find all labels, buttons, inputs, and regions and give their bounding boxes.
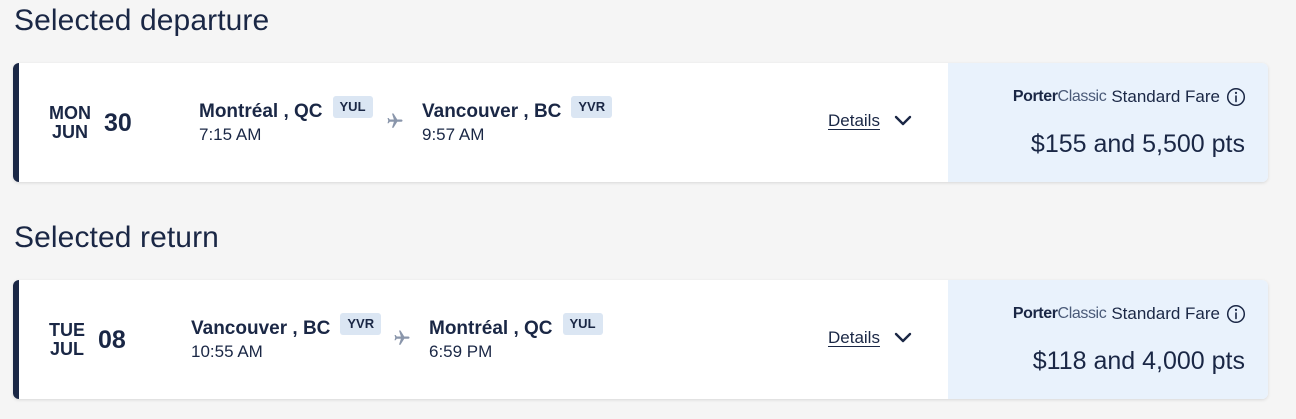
arrival-time: 6:59 PM bbox=[429, 342, 493, 361]
details-link[interactable]: Details bbox=[828, 328, 880, 348]
month: JUN bbox=[51, 122, 88, 142]
fare-name: Standard Fare bbox=[1111, 304, 1220, 323]
origin-city: Montréal , QC bbox=[199, 101, 323, 122]
flight-date: TUE JUL 08 bbox=[49, 321, 126, 359]
return-section-title: Selected return bbox=[14, 221, 219, 254]
arrival-time: 9:57 AM bbox=[422, 125, 485, 144]
origin-city: Vancouver , BC bbox=[191, 318, 331, 339]
origin-airport-code: YVR bbox=[340, 313, 382, 335]
month: JUL bbox=[49, 339, 84, 359]
day-number: 08 bbox=[98, 325, 126, 354]
details-toggle[interactable]: Details bbox=[828, 328, 912, 348]
info-icon[interactable] bbox=[1226, 87, 1246, 107]
fare-price: $155 and 5,500 pts bbox=[1030, 130, 1245, 158]
flight-info: MON JUN 30 Montréal , QC YUL 7:15 AM Van… bbox=[19, 63, 948, 182]
plane-icon bbox=[394, 330, 410, 345]
departure-time: 7:15 AM bbox=[199, 125, 262, 144]
departure-time: 10:55 AM bbox=[191, 342, 263, 361]
fare-name: Standard Fare bbox=[1111, 87, 1220, 106]
details-link[interactable]: Details bbox=[828, 111, 880, 131]
chevron-down-icon[interactable] bbox=[894, 332, 912, 344]
plane-icon bbox=[387, 113, 403, 128]
departure-flight-card: MON JUN 30 Montréal , QC YUL 7:15 AM Van… bbox=[13, 63, 1268, 182]
destination: Montréal , QC YUL 6:59 PM bbox=[429, 313, 603, 362]
details-toggle[interactable]: Details bbox=[828, 111, 912, 131]
fare-panel: Porter Classic Standard Fare $118 and 4,0… bbox=[948, 280, 1268, 399]
fare-brand-classic: Classic bbox=[1057, 305, 1107, 322]
departure-section-title: Selected departure bbox=[14, 4, 270, 37]
flight-info: TUE JUL 08 Vancouver , BC YVR 10:55 AM M… bbox=[19, 280, 948, 399]
weekday: MON bbox=[49, 103, 91, 123]
fare-brand-porter: Porter bbox=[1012, 88, 1058, 105]
info-icon[interactable] bbox=[1226, 304, 1246, 324]
fare-panel: Porter Classic Standard Fare $155 and 5,5… bbox=[948, 63, 1268, 182]
day-number: 30 bbox=[104, 108, 132, 137]
fare-price: $118 and 4,000 pts bbox=[1032, 347, 1245, 375]
destination-city: Montréal , QC bbox=[429, 318, 553, 339]
weekday: TUE bbox=[49, 320, 85, 340]
return-flight-card: TUE JUL 08 Vancouver , BC YVR 10:55 AM M… bbox=[13, 280, 1268, 399]
origin-airport-code: YUL bbox=[332, 96, 373, 118]
origin: Montréal , QC YUL 7:15 AM bbox=[199, 96, 373, 145]
chevron-down-icon[interactable] bbox=[894, 115, 912, 127]
destination: Vancouver , BC YVR 9:57 AM bbox=[422, 96, 613, 145]
destination-airport-code: YVR bbox=[571, 96, 613, 118]
fare-brand-porter: Porter bbox=[1012, 305, 1058, 322]
origin: Vancouver , BC YVR 10:55 AM bbox=[191, 313, 382, 362]
destination-airport-code: YUL bbox=[562, 313, 603, 335]
flight-date: MON JUN 30 bbox=[49, 104, 132, 142]
fare-brand-classic: Classic bbox=[1057, 88, 1107, 105]
destination-city: Vancouver , BC bbox=[422, 101, 562, 122]
